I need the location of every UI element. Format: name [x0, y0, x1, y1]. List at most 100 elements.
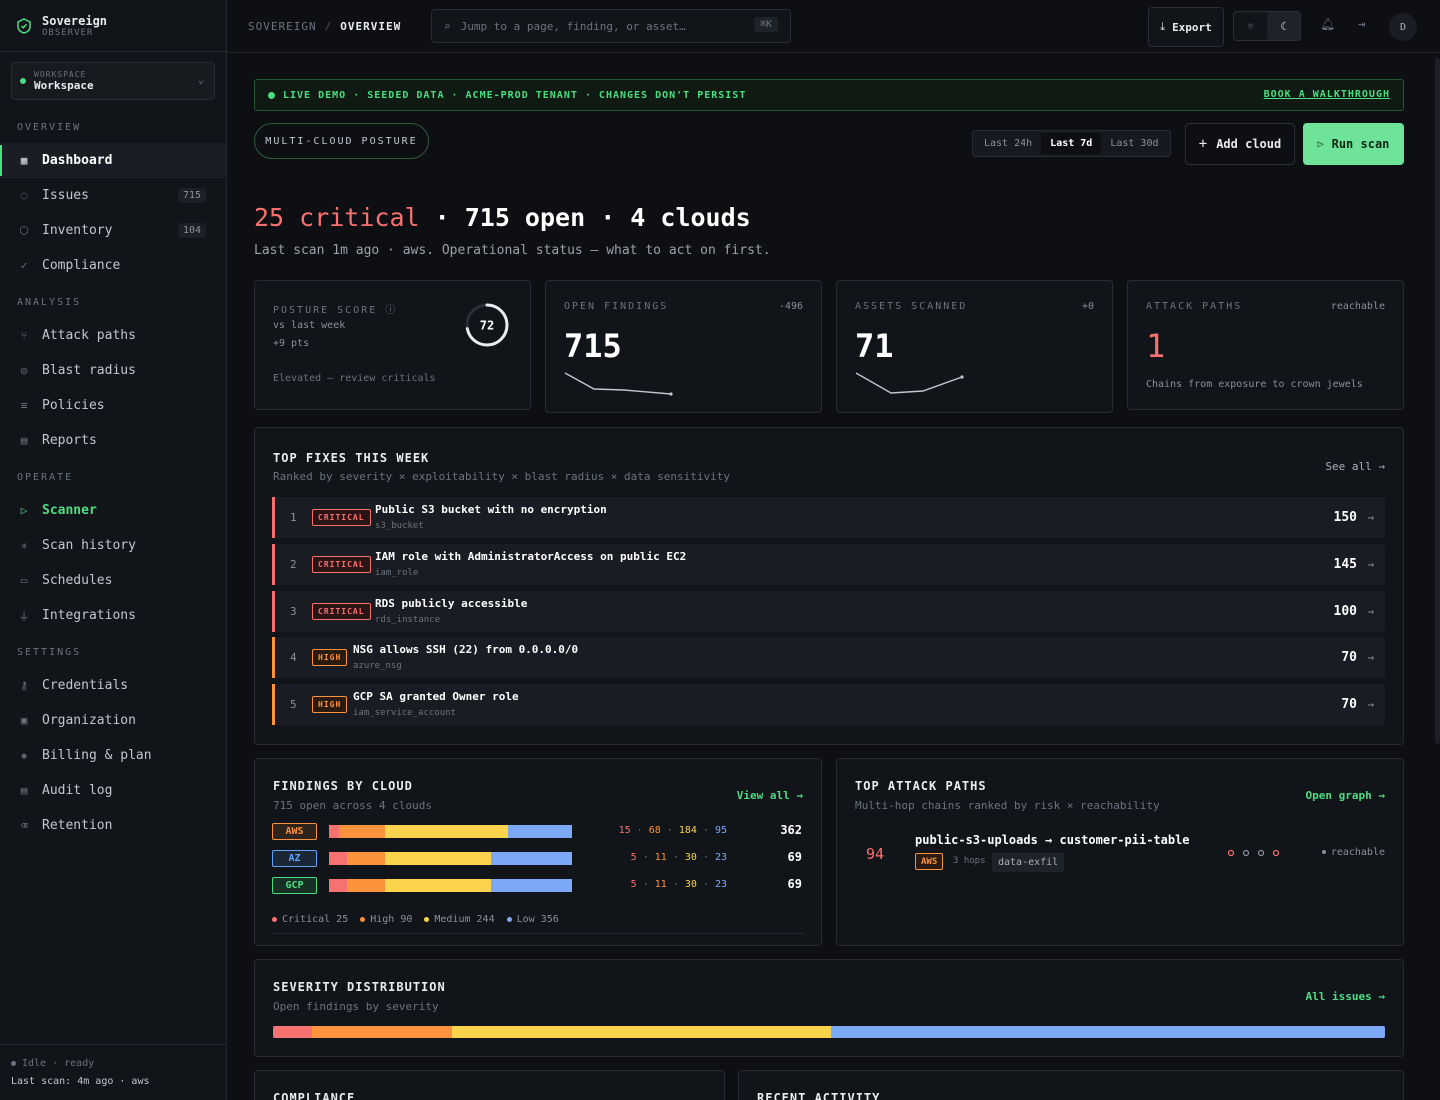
- brand[interactable]: Sovereign OBSERVER: [0, 0, 226, 52]
- cloud-stack-bar: [329, 879, 572, 892]
- stack-segment-medium: [385, 879, 491, 892]
- fix-row[interactable]: 5 HIGH GCP SA granted Owner role iam_servic…: [272, 684, 1385, 725]
- sidebar-item-blast-radius[interactable]: ◎ Blast radius: [0, 353, 226, 388]
- findings-by-cloud-subtitle: 715 open across 4 clouds: [273, 799, 432, 812]
- severity-stripe: [272, 591, 275, 632]
- stack-segment-medium: [385, 852, 491, 865]
- see-all-link[interactable]: See all →: [1325, 460, 1385, 473]
- breadcrumb-root[interactable]: SOVEREIGN: [248, 20, 317, 33]
- fix-rank: 5: [290, 698, 297, 711]
- avatar[interactable]: D: [1389, 13, 1417, 41]
- severity-badge: CRITICAL: [312, 509, 371, 526]
- recent-activity-panel: RECENT ACTIVITY: [738, 1070, 1404, 1100]
- sidebar-item-attack-paths[interactable]: ⑂ Attack paths: [0, 318, 226, 353]
- legend-label: High 90: [370, 914, 413, 925]
- banner-text: LIVE DEMO · SEEDED DATA · ACME-PROD TENA…: [283, 89, 747, 101]
- attack-paths-card[interactable]: ATTACK PATHS reachable 1 Chains from exp…: [1127, 280, 1404, 410]
- posture-pill: MULTI-CLOUD POSTURE: [254, 123, 429, 159]
- fix-rank: 1: [290, 511, 297, 524]
- sun-icon[interactable]: ☼: [1234, 12, 1267, 40]
- arrow-right-icon: →: [1367, 698, 1374, 711]
- search-icon: ⌕: [444, 19, 451, 33]
- legend-label: Low 356: [516, 914, 559, 925]
- cloud-row-aws[interactable]: AWS 15 · 68 · 184 · 95 362: [272, 823, 802, 840]
- cloud-tag: AZ: [272, 850, 317, 867]
- sidebar-item-label: Inventory: [42, 223, 113, 238]
- sidebar-item-retention[interactable]: ⌫ Retention: [0, 808, 226, 843]
- fix-row[interactable]: 3 CRITICAL RDS publicly accessible rds_inst…: [272, 591, 1385, 632]
- sidebar-item-credentials[interactable]: ⚷ Credentials: [0, 668, 226, 703]
- cloud-row-az[interactable]: AZ 5 · 11 · 30 · 23 69: [272, 850, 802, 867]
- nav-section-title: ANALYSIS: [17, 297, 82, 308]
- assets-scanned-delta: +0: [1081, 301, 1094, 312]
- open-graph-link[interactable]: Open graph →: [1306, 789, 1385, 802]
- logout-icon[interactable]: ⇥: [1358, 17, 1365, 31]
- sidebar-item-issues[interactable]: ◌ Issues 715: [0, 178, 226, 213]
- severity-stripe: [272, 637, 275, 678]
- attack-paths-tag: reachable: [1330, 301, 1385, 312]
- view-all-link[interactable]: View all →: [737, 789, 803, 802]
- severity-distribution-title: SEVERITY DISTRIBUTION: [273, 980, 446, 994]
- sidebar-item-label: Scanner: [42, 503, 97, 518]
- demo-banner: LIVE DEMO · SEEDED DATA · ACME-PROD TENA…: [254, 79, 1404, 111]
- layers-icon: ◈: [20, 749, 28, 762]
- last-scan-label: Last scan:: [11, 1076, 72, 1087]
- sidebar-item-dashboard[interactable]: ▦ Dashboard: [0, 143, 226, 178]
- moon-icon[interactable]: ☾: [1267, 12, 1300, 40]
- fix-row[interactable]: 1 CRITICAL Public S3 bucket with no encryp…: [272, 497, 1385, 538]
- play-icon: ▷: [1317, 138, 1324, 150]
- sidebar-item-inventory[interactable]: ⬡ Inventory 104: [0, 213, 226, 248]
- search-shortcut: ⌘K: [753, 17, 778, 32]
- all-issues-link[interactable]: All issues →: [1306, 990, 1385, 1003]
- findings-by-cloud-title: FINDINGS BY CLOUD: [273, 779, 413, 793]
- top-fixes-subtitle: Ranked by severity × exploitability × bl…: [273, 470, 730, 483]
- export-button[interactable]: ⤓ Export: [1148, 7, 1224, 47]
- range-option-last-7d[interactable]: Last 7d: [1041, 133, 1102, 154]
- stack-segment-high: [339, 825, 385, 838]
- fix-resource-type: s3_bucket: [375, 521, 424, 531]
- sidebar-footer: Idle · ready Last scan: 4m ago · aws: [0, 1044, 226, 1100]
- sidebar-item-label: Issues: [42, 188, 89, 203]
- search-input[interactable]: ⌕ Jump to a page, finding, or asset… ⌘K: [431, 9, 791, 43]
- sidebar-item-organization[interactable]: ▣ Organization: [0, 703, 226, 738]
- sidebar-item-billing-plan[interactable]: ◈ Billing & plan: [0, 738, 226, 773]
- assets-scanned-card[interactable]: ASSETS SCANNED +0 71: [836, 280, 1113, 413]
- run-scan-button[interactable]: ▷ Run scan: [1303, 123, 1404, 165]
- sidebar-item-label: Schedules: [42, 573, 113, 588]
- sidebar-item-scan-history[interactable]: ✳ Scan history: [0, 528, 226, 563]
- theme-toggle[interactable]: ☼ ☾: [1233, 11, 1301, 41]
- legend-label: Critical 25: [282, 914, 349, 925]
- sidebar-item-scanner[interactable]: ▷ Scanner: [0, 493, 226, 528]
- main-content: SOVEREIGN / OVERVIEW ⌕ Jump to a page, fin…: [227, 0, 1440, 1100]
- fix-rank: 2: [290, 558, 297, 571]
- book-walkthrough-link[interactable]: BOOK A WALKTHROUGH: [1264, 89, 1390, 100]
- add-cloud-button[interactable]: + Add cloud: [1185, 123, 1295, 165]
- fix-row[interactable]: 2 CRITICAL IAM role with AdministratorAcce…: [272, 544, 1385, 585]
- divider: [272, 933, 804, 934]
- posture-score-card[interactable]: POSTURE SCORE ⓘ vs last week +9 pts Elev…: [254, 280, 531, 410]
- cloud-row-gcp[interactable]: GCP 5 · 11 · 30 · 23 69: [272, 877, 802, 894]
- sidebar-item-reports[interactable]: ▤ Reports: [0, 423, 226, 458]
- info-icon: ⓘ: [385, 305, 398, 316]
- sidebar-item-schedules[interactable]: ▭ Schedules: [0, 563, 226, 598]
- scrollbar[interactable]: [1435, 58, 1440, 744]
- fix-row[interactable]: 4 HIGH NSG allows SSH (22) from 0.0.0.0/0 a…: [272, 637, 1385, 678]
- fix-title: RDS publicly accessible: [375, 597, 528, 610]
- fix-title: IAM role with AdministratorAccess on pub…: [375, 550, 687, 563]
- workspace-switcher[interactable]: WORKSPACE Workspace ⌄: [11, 62, 215, 100]
- sidebar-item-audit-log[interactable]: ▤ Audit log: [0, 773, 226, 808]
- sidebar-item-policies[interactable]: ≡ Policies: [0, 388, 226, 423]
- sidebar-item-compliance[interactable]: ✓ Compliance: [0, 248, 226, 283]
- time-range-selector[interactable]: Last 24h Last 7d Last 30d: [972, 130, 1171, 157]
- log-icon: ▤: [20, 784, 28, 797]
- open-findings-card[interactable]: OPEN FINDINGS -496 715: [545, 280, 822, 413]
- range-option-last-24h[interactable]: Last 24h: [975, 133, 1041, 154]
- posture-score-label: POSTURE SCORE: [273, 305, 378, 316]
- bell-icon[interactable]: 🔔︎: [1320, 17, 1335, 31]
- nav-section-settings: SETTINGS ⚷ Credentials ▣ Organization ◈ Billin…: [0, 647, 226, 843]
- stack-segment-high: [346, 879, 386, 892]
- sidebar-item-integrations[interactable]: ⏚ Integrations: [0, 598, 226, 633]
- sidebar-item-label: Organization: [42, 713, 136, 728]
- range-option-last-30d[interactable]: Last 30d: [1101, 133, 1167, 154]
- attack-path-row[interactable]: 94 public-s3-uploads → customer-pii-tabl…: [855, 831, 1385, 879]
